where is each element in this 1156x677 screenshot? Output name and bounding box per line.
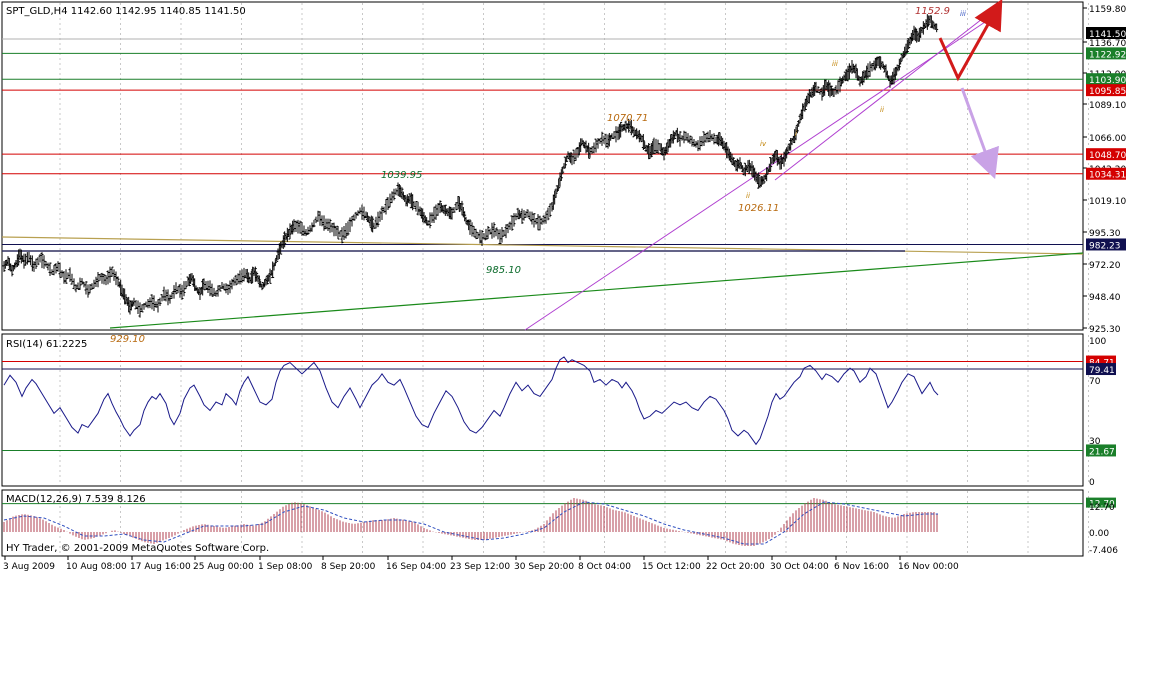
- wave-label: iv: [760, 140, 767, 148]
- rsi-tick-label: 70: [1089, 377, 1101, 387]
- wave-label: iii: [832, 60, 838, 68]
- price-annotation: 929.10: [110, 334, 145, 345]
- macd-tick-label: 0.00: [1089, 529, 1109, 539]
- axis-tick-label: 972.20: [1089, 261, 1121, 271]
- level-tag-label: 1095.85: [1089, 87, 1126, 97]
- time-tick-label: 17 Aug 16:00: [130, 562, 191, 572]
- time-tick-label: 3 Aug 2009: [3, 562, 55, 572]
- axis-tick-label: 1019.10: [1089, 197, 1126, 207]
- macd-header: MACD(12,26,9) 7.539 8.126: [6, 494, 146, 505]
- symbol-header: SPT_GLD,H4 1142.60 1142.95 1140.85 1141.…: [6, 6, 246, 17]
- time-tick-label: 25 Aug 00:00: [193, 562, 254, 572]
- wave-label: i: [795, 130, 797, 138]
- level-tag-label: 1048.70: [1089, 151, 1126, 161]
- axis-tick-label: 1089.10: [1089, 101, 1126, 111]
- time-axis: 3 Aug 2009 10 Aug 08:00 17 Aug 16:00 25 Aug…: [3, 556, 959, 572]
- time-tick-label: 16 Sep 04:00: [386, 562, 446, 572]
- time-tick-label: 30 Sep 20:00: [514, 562, 574, 572]
- price-annotation: 1039.95: [381, 170, 422, 181]
- time-tick-label: 30 Oct 04:00: [770, 562, 829, 572]
- axis-tick-label: 1066.00: [1089, 134, 1126, 144]
- level-tag-label: 1122.92: [1089, 50, 1126, 60]
- wave-label: ii: [880, 106, 884, 114]
- price-annotation: 1070.71: [607, 113, 648, 124]
- price-annotation: 985.10: [486, 265, 521, 276]
- price-annotation: 1026.11: [738, 203, 779, 214]
- time-tick-label: 6 Nov 16:00: [834, 562, 889, 572]
- current-price-label: 1141.50: [1089, 30, 1126, 40]
- axis-tick-label: 1159.80: [1089, 5, 1126, 15]
- time-tick-label: 8 Oct 04:00: [578, 562, 631, 572]
- time-tick-label: 22 Oct 20:00: [706, 562, 765, 572]
- rsi-tick-label: 0: [1089, 478, 1095, 488]
- price-panel[interactable]: [1, 1, 1084, 331]
- time-tick-label: 10 Aug 08:00: [66, 562, 127, 572]
- rsi-level-label: 79.41: [1089, 366, 1115, 376]
- macd-tick-label: 12.70: [1089, 503, 1115, 513]
- axis-tick-label: 948.40: [1089, 293, 1121, 303]
- axis-tick-label: 925.30: [1089, 325, 1121, 335]
- wave-label: ii: [746, 192, 750, 200]
- price-annotation: 1152.9: [915, 6, 950, 17]
- rsi-tick-label: 100: [1089, 337, 1106, 347]
- time-tick-label: 23 Sep 12:00: [450, 562, 510, 572]
- price-axis: 1159.801136.701112.901089.101066.001042.…: [1083, 5, 1126, 335]
- axis-tick-label: 995.30: [1089, 229, 1121, 239]
- wave-label: iii: [960, 10, 966, 18]
- level-tag-label: 1034.31: [1089, 171, 1126, 181]
- rsi-header: RSI(14) 61.2225: [6, 339, 87, 350]
- rsi-level-label: 21.67: [1089, 447, 1115, 457]
- level-tag-label: 982.23: [1089, 241, 1121, 251]
- time-tick-label: 8 Sep 20:00: [321, 562, 376, 572]
- time-tick-label: 16 Nov 00:00: [898, 562, 959, 572]
- copyright-text: HY Trader, © 2001-2009 MetaQuotes Softwa…: [6, 543, 269, 554]
- macd-tick-label: -7.406: [1089, 546, 1118, 556]
- trading-chart: 1152.9 1070.71 1039.95 985.10 1026.11 929.10 i…: [1, 0, 1126, 572]
- rsi-tick-label: 30: [1089, 437, 1101, 447]
- rsi-panel[interactable]: [1, 333, 1084, 487]
- time-tick-label: 15 Oct 12:00: [642, 562, 701, 572]
- time-tick-label: 1 Sep 08:00: [258, 562, 313, 572]
